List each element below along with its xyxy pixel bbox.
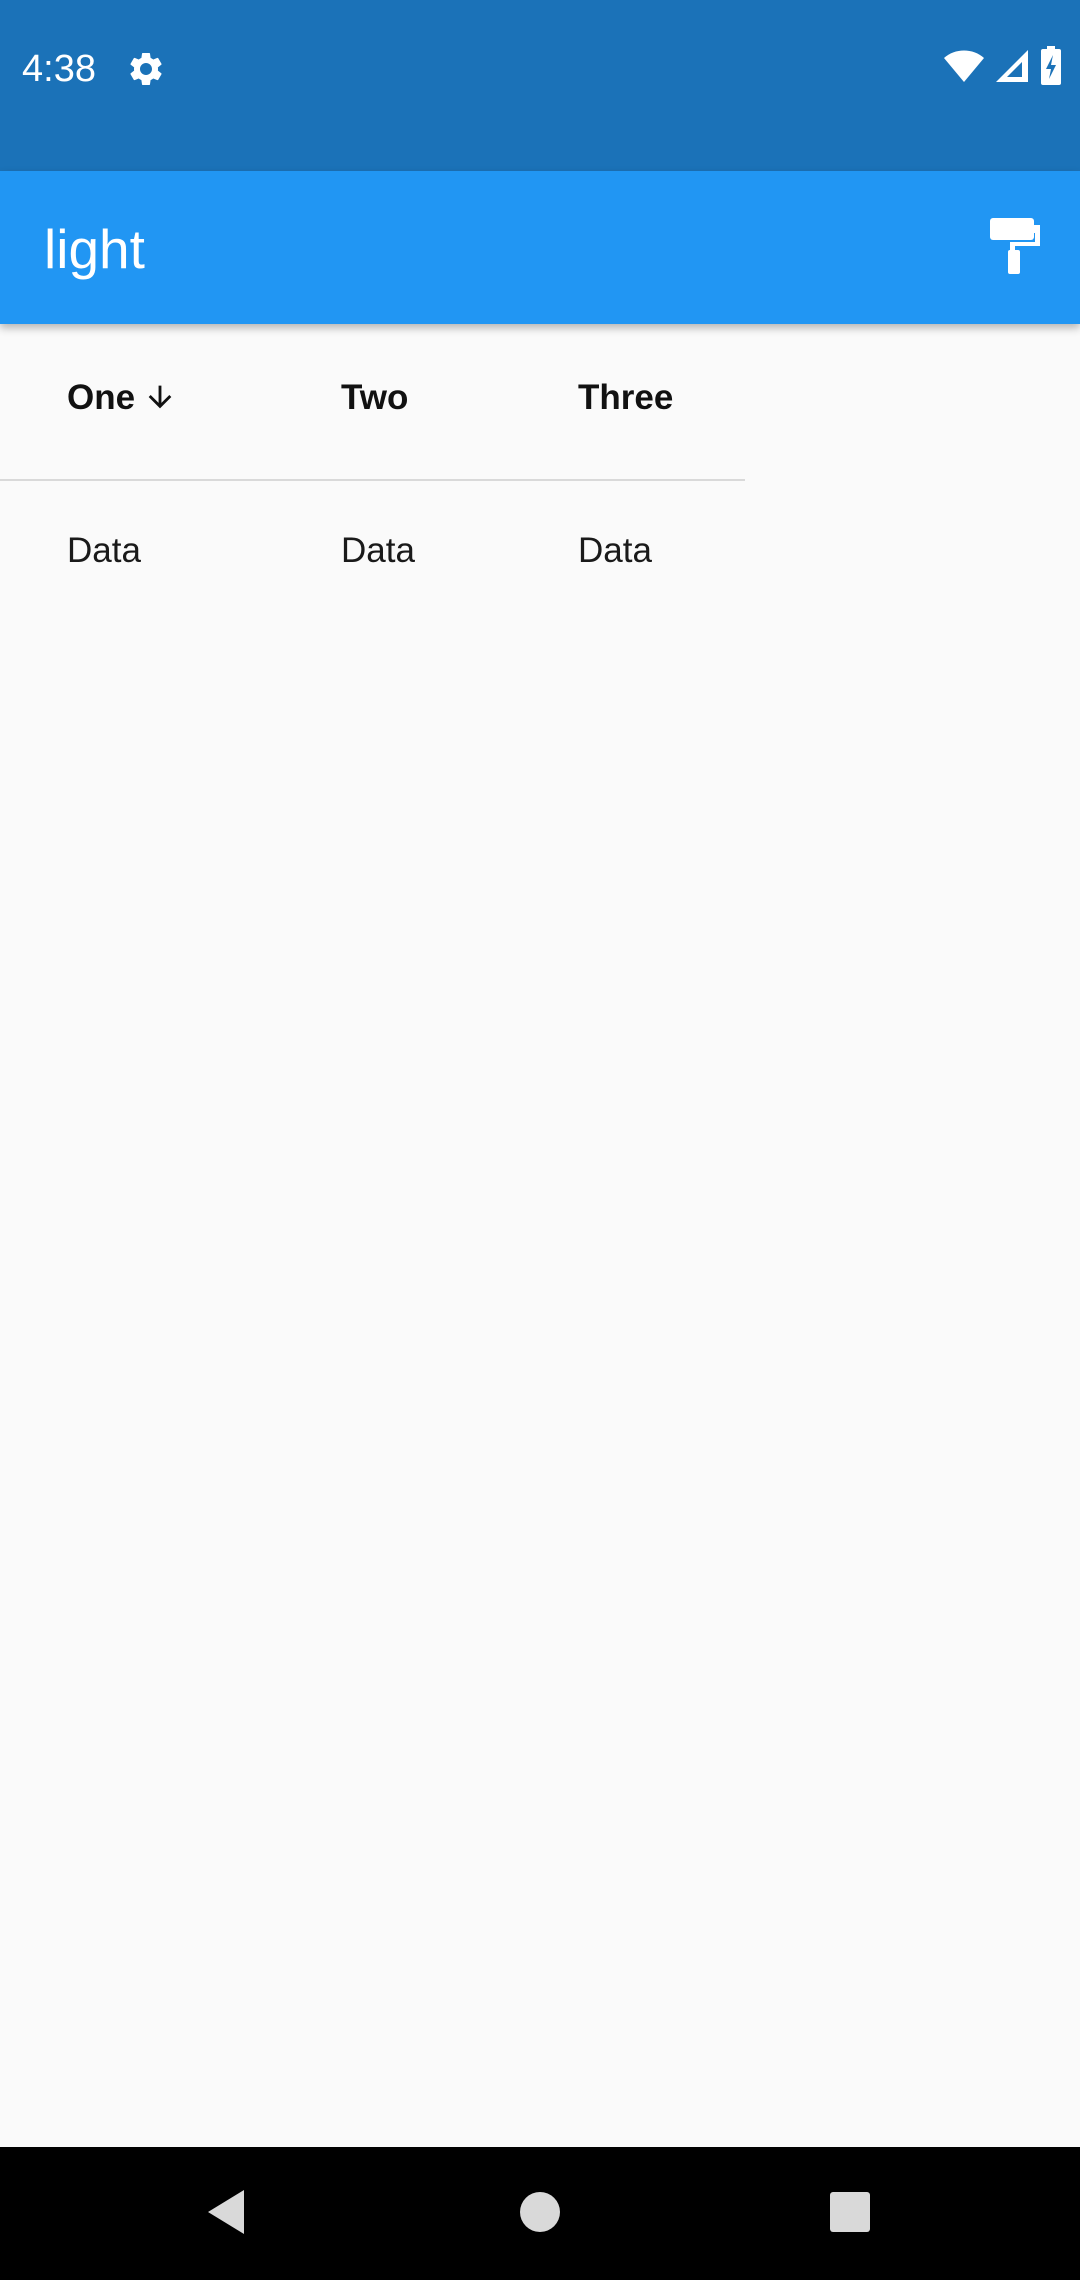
back-icon <box>204 2188 248 2241</box>
app-bar: light <box>0 171 1080 324</box>
paint-roller-icon <box>988 216 1042 281</box>
data-table: One Two Three Data Data Data <box>0 324 745 611</box>
column-header-label: One <box>67 378 136 417</box>
status-time: 4:38 <box>22 48 96 90</box>
status-indicators <box>944 45 1062 91</box>
column-header-label: Two <box>341 378 409 417</box>
column-header-label: Three <box>578 378 674 417</box>
table-header: One Two Three <box>0 324 745 481</box>
table-cell: Data <box>67 531 141 570</box>
theme-toggle-button[interactable] <box>978 211 1052 285</box>
screen: 4:38 light One Two Three Data Data Data <box>0 0 1080 2280</box>
table-cell: Data <box>341 531 415 570</box>
recents-icon <box>829 2191 871 2238</box>
column-header-two[interactable]: Two <box>341 378 408 418</box>
home-icon <box>519 2191 561 2238</box>
wifi-icon <box>944 49 984 88</box>
home-button[interactable] <box>509 2183 571 2245</box>
navigation-bar <box>0 2147 1080 2280</box>
status-bar: 4:38 <box>0 0 1080 171</box>
column-header-one[interactable]: One <box>67 378 177 418</box>
cell-signal-icon <box>994 48 1030 89</box>
arrow-down-icon <box>143 380 177 414</box>
battery-charging-icon <box>1040 45 1062 91</box>
page-title: light <box>44 218 145 280</box>
column-header-three[interactable]: Three <box>578 378 673 418</box>
recents-button[interactable] <box>819 2183 881 2245</box>
gear-icon <box>126 49 166 89</box>
table-cell: Data <box>578 531 652 570</box>
back-button[interactable] <box>195 2183 257 2245</box>
table-row: Data Data Data <box>0 481 745 611</box>
